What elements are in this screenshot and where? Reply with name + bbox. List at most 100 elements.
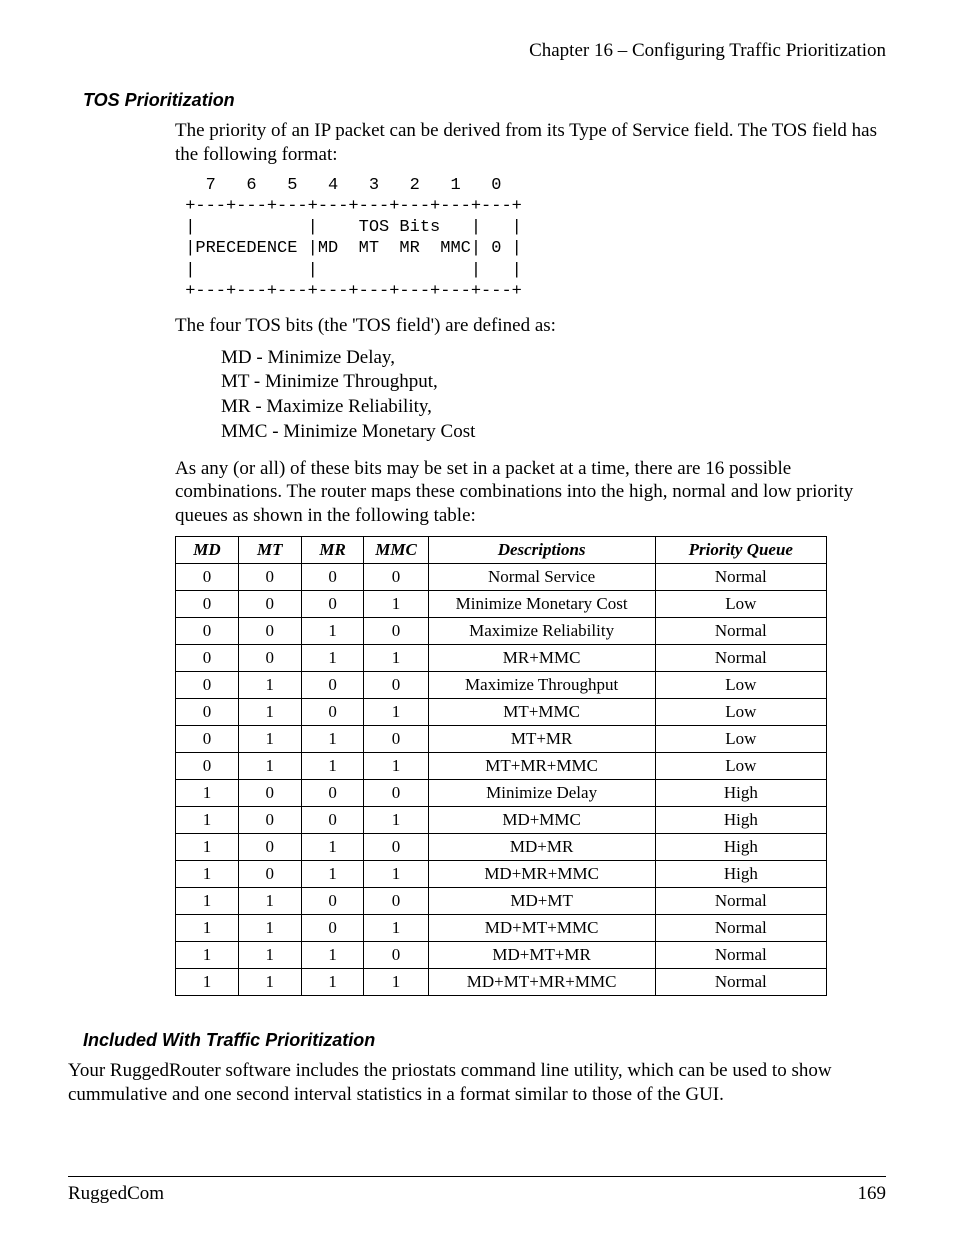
def-mmc: MMC - Minimize Monetary Cost — [221, 420, 886, 445]
cell-desc: MR+MMC — [428, 644, 655, 671]
cell-md: 0 — [176, 698, 239, 725]
cell-pq: High — [655, 833, 826, 860]
cell-mmc: 0 — [364, 887, 428, 914]
cell-md: 0 — [176, 617, 239, 644]
table-row: 1001MD+MMCHigh — [176, 806, 827, 833]
cell-desc: MT+MMC — [428, 698, 655, 725]
cell-pq: Normal — [655, 968, 826, 995]
cell-mt: 1 — [238, 698, 301, 725]
def-md: MD - Minimize Delay, — [221, 346, 886, 371]
cell-md: 0 — [176, 563, 239, 590]
cell-mt: 0 — [238, 833, 301, 860]
cell-mr: 1 — [301, 725, 364, 752]
cell-pq: Low — [655, 752, 826, 779]
cell-mt: 1 — [238, 725, 301, 752]
cell-md: 1 — [176, 968, 239, 995]
cell-md: 1 — [176, 860, 239, 887]
table-row: 0001Minimize Monetary CostLow — [176, 590, 827, 617]
cell-mr: 0 — [301, 563, 364, 590]
cell-pq: Normal — [655, 914, 826, 941]
cell-mr: 0 — [301, 887, 364, 914]
cell-mr: 1 — [301, 752, 364, 779]
cell-mr: 1 — [301, 833, 364, 860]
cell-md: 0 — [176, 590, 239, 617]
paragraph: As any (or all) of these bits may be set… — [175, 457, 886, 528]
cell-pq: Low — [655, 671, 826, 698]
cell-mmc: 0 — [364, 671, 428, 698]
cell-mmc: 0 — [364, 779, 428, 806]
cell-mr: 0 — [301, 590, 364, 617]
cell-pq: Low — [655, 725, 826, 752]
tos-priority-table: MD MT MR MMC Descriptions Priority Queue… — [175, 536, 827, 996]
cell-mr: 0 — [301, 914, 364, 941]
footer-brand: RuggedCom — [68, 1183, 164, 1205]
cell-md: 0 — [176, 725, 239, 752]
table-row: 1010MD+MRHigh — [176, 833, 827, 860]
cell-desc: MD+MT+MR+MMC — [428, 968, 655, 995]
cell-mmc: 0 — [364, 617, 428, 644]
cell-desc: MD+MR — [428, 833, 655, 860]
cell-mt: 0 — [238, 806, 301, 833]
table-header-row: MD MT MR MMC Descriptions Priority Queue — [176, 536, 827, 563]
cell-md: 1 — [176, 806, 239, 833]
cell-desc: Minimize Monetary Cost — [428, 590, 655, 617]
th-mmc: MMC — [364, 536, 428, 563]
footer-page-number: 169 — [858, 1183, 887, 1205]
cell-pq: High — [655, 860, 826, 887]
cell-mt: 1 — [238, 671, 301, 698]
cell-mmc: 1 — [364, 968, 428, 995]
cell-pq: Normal — [655, 644, 826, 671]
cell-mmc: 0 — [364, 833, 428, 860]
cell-mr: 1 — [301, 617, 364, 644]
th-md: MD — [176, 536, 239, 563]
th-mt: MT — [238, 536, 301, 563]
table-row: 1000Minimize DelayHigh — [176, 779, 827, 806]
cell-desc: Normal Service — [428, 563, 655, 590]
cell-mr: 0 — [301, 671, 364, 698]
cell-md: 1 — [176, 941, 239, 968]
page-footer: RuggedCom 169 — [68, 1176, 886, 1205]
th-mr: MR — [301, 536, 364, 563]
cell-md: 1 — [176, 779, 239, 806]
cell-mmc: 0 — [364, 941, 428, 968]
tos-bit-definitions: MD - Minimize Delay, MT - Minimize Throu… — [221, 346, 886, 445]
table-row: 0100Maximize ThroughputLow — [176, 671, 827, 698]
cell-desc: MD+MT — [428, 887, 655, 914]
cell-mr: 1 — [301, 860, 364, 887]
cell-pq: Normal — [655, 887, 826, 914]
th-pq: Priority Queue — [655, 536, 826, 563]
section-title-included: Included With Traffic Prioritization — [83, 1030, 886, 1051]
cell-mmc: 1 — [364, 806, 428, 833]
cell-mmc: 0 — [364, 725, 428, 752]
th-desc: Descriptions — [428, 536, 655, 563]
cell-desc: Maximize Reliability — [428, 617, 655, 644]
table-row: 0101MT+MMCLow — [176, 698, 827, 725]
cell-desc: MT+MR — [428, 725, 655, 752]
paragraph: The four TOS bits (the 'TOS field') are … — [175, 314, 886, 338]
cell-mr: 1 — [301, 968, 364, 995]
cell-md: 0 — [176, 752, 239, 779]
section-title-tos: TOS Prioritization — [83, 90, 886, 111]
cell-mr: 1 — [301, 644, 364, 671]
cell-md: 1 — [176, 833, 239, 860]
cell-pq: Normal — [655, 563, 826, 590]
table-row: 1011MD+MR+MMCHigh — [176, 860, 827, 887]
cell-mt: 0 — [238, 590, 301, 617]
cell-md: 0 — [176, 644, 239, 671]
cell-mt: 1 — [238, 887, 301, 914]
cell-desc: MD+MT+MR — [428, 941, 655, 968]
cell-pq: Low — [655, 590, 826, 617]
table-row: 0110MT+MRLow — [176, 725, 827, 752]
cell-mt: 1 — [238, 941, 301, 968]
cell-mt: 0 — [238, 617, 301, 644]
cell-mmc: 1 — [364, 644, 428, 671]
cell-mt: 0 — [238, 779, 301, 806]
table-row: 1110MD+MT+MRNormal — [176, 941, 827, 968]
tos-ascii-diagram: 7 6 5 4 3 2 1 0 +---+---+---+---+---+---… — [175, 175, 886, 303]
cell-mr: 0 — [301, 779, 364, 806]
cell-desc: Minimize Delay — [428, 779, 655, 806]
cell-desc: MD+MMC — [428, 806, 655, 833]
cell-desc: MD+MT+MMC — [428, 914, 655, 941]
page-header: Chapter 16 – Configuring Traffic Priorit… — [68, 40, 886, 62]
paragraph: Your RuggedRouter software includes the … — [68, 1059, 886, 1107]
